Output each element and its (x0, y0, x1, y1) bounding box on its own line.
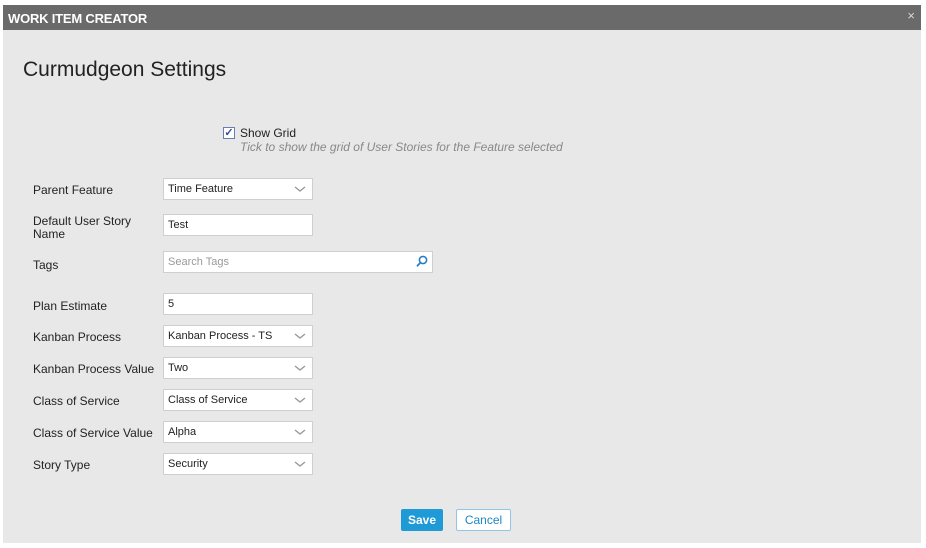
class-of-service-dropdown[interactable]: Class of Service (163, 389, 313, 411)
tags-search-input[interactable]: Search Tags (163, 251, 433, 273)
kanban-process-value-dropdown[interactable]: Two (163, 357, 313, 379)
class-of-service-label: Class of Service (33, 394, 120, 408)
close-icon[interactable]: × (907, 8, 915, 23)
chevron-down-icon (294, 397, 306, 403)
kanban-process-value-selected: Two (168, 362, 189, 374)
class-of-service-value: Class of Service (168, 394, 248, 406)
tags-placeholder: Search Tags (168, 256, 229, 268)
kanban-process-value-label: Kanban Process Value (33, 362, 155, 376)
default-story-name-value: Test (168, 219, 189, 231)
search-icon[interactable] (415, 254, 429, 268)
settings-heading: Curmudgeon Settings (23, 58, 227, 81)
dialog-titlebar: WORK ITEM CREATOR × (3, 5, 921, 30)
story-type-dropdown[interactable]: Security (163, 453, 313, 475)
chevron-down-icon (294, 429, 306, 435)
class-of-service-value-selected: Alpha (168, 426, 197, 438)
plan-estimate-input[interactable]: 5 (163, 293, 313, 315)
chevron-down-icon (294, 333, 306, 339)
default-story-name-label: Default User Story Name (33, 215, 131, 241)
save-button[interactable]: Save (401, 509, 443, 531)
story-type-label: Story Type (33, 458, 91, 472)
default-story-name-input[interactable]: Test (163, 214, 313, 236)
kanban-process-label: Kanban Process (33, 330, 122, 344)
parent-feature-label: Parent Feature (33, 183, 114, 197)
work-item-creator-dialog: WORK ITEM CREATOR × Curmudgeon Settings … (3, 5, 921, 543)
plan-estimate-value: 5 (168, 298, 175, 310)
chevron-down-icon (294, 186, 306, 192)
plan-estimate-label: Plan Estimate (33, 299, 108, 313)
class-of-service-value-dropdown[interactable]: Alpha (163, 421, 313, 443)
show-grid-label[interactable]: Show Grid (240, 126, 296, 140)
default-story-name-label-line2: Name (33, 227, 66, 241)
parent-feature-value: Time Feature (168, 183, 234, 195)
show-grid-hint: Tick to show the grid of User Stories fo… (240, 140, 563, 154)
chevron-down-icon (294, 461, 306, 467)
tags-label: Tags (33, 258, 59, 272)
kanban-process-dropdown[interactable]: Kanban Process - TS (163, 325, 313, 347)
show-grid-checkbox[interactable]: ✓ (223, 127, 235, 139)
kanban-process-value: Kanban Process - TS (168, 330, 273, 342)
cancel-button[interactable]: Cancel (456, 509, 511, 531)
class-of-service-value-label: Class of Service Value (33, 426, 153, 440)
chevron-down-icon (294, 365, 306, 371)
dialog-title: WORK ITEM CREATOR (8, 11, 148, 26)
story-type-value: Security (168, 458, 208, 470)
parent-feature-dropdown[interactable]: Time Feature (163, 178, 313, 200)
default-story-name-label-line1: Default User Story (33, 214, 132, 228)
